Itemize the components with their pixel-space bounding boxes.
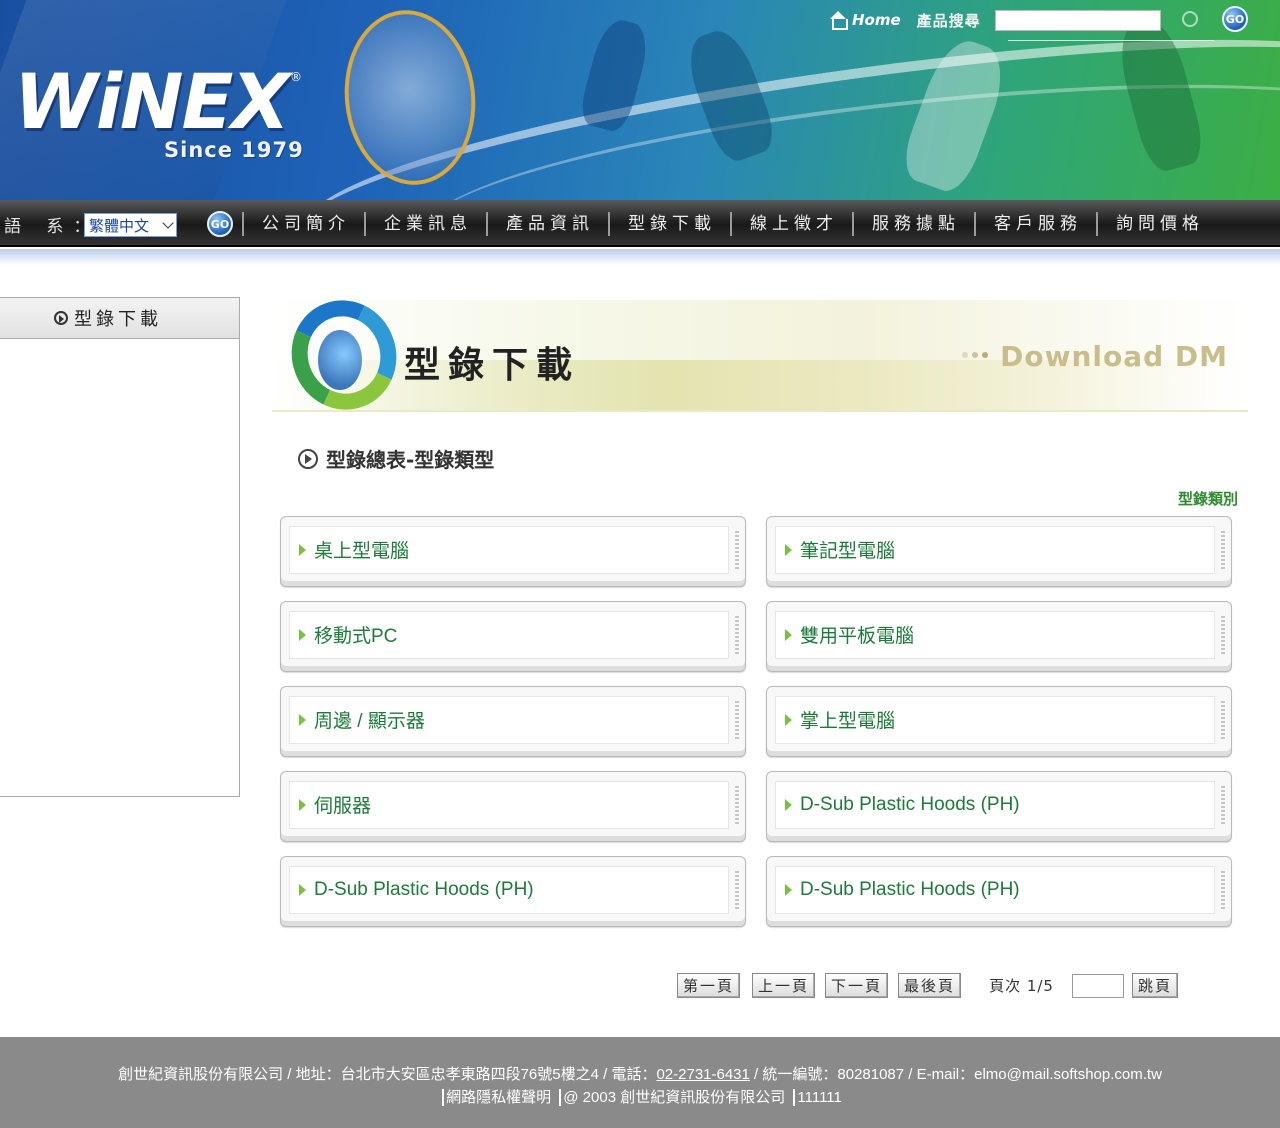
section-heading: 型錄總表-型錄類型 (298, 444, 494, 473)
page-title-english: Download DM (1000, 340, 1228, 373)
page-jump-input[interactable] (1071, 973, 1124, 998)
prev-page-button[interactable]: 上一頁 (752, 973, 816, 998)
category-label-text: 筆記型電腦 (800, 541, 896, 562)
footer-address: 創世紀資訊股份有限公司 / 地址：台北市大安區忠孝東路四段76號5樓之4 / 電… (118, 1066, 657, 1083)
logo-text: WiNEX (14, 57, 290, 146)
nav-items: 公司簡介 企業訊息 產品資訊 型錄下載 線上徵才 服務據點 客戶服務 詢問價格 (242, 200, 1218, 247)
first-page-button[interactable]: 第一頁 (677, 973, 741, 998)
sidebar: 型錄下載 (0, 297, 240, 797)
home-link[interactable]: Home (828, 11, 901, 30)
category-card[interactable]: 筆記型電腦 (766, 516, 1232, 587)
sidebar-header[interactable]: 型錄下載 (0, 298, 239, 339)
copyright-text: @ 2003 創世紀資訊股份有限公司 (559, 1089, 786, 1106)
footer-phone-link[interactable]: 02-2731-6431 (656, 1066, 749, 1083)
search-input[interactable] (994, 9, 1161, 31)
search-go-button[interactable]: GO (1222, 6, 1248, 32)
language-selected: 繁體中文 (89, 217, 150, 235)
category-label-text: 伺服器 (314, 796, 372, 817)
footer-contact-rest: / 統一編號：80281087 / E-mail：elmo@mail.softs… (749, 1066, 1162, 1083)
arrow-right-icon (785, 628, 792, 641)
search-label: 產品搜尋 (916, 11, 981, 30)
ring-center (318, 330, 362, 390)
nav-item-careers[interactable]: 線上徵才 (730, 211, 852, 236)
nav-item-price[interactable]: 詢問價格 (1096, 211, 1218, 236)
category-label-text: 周邊 / 顯示器 (314, 711, 425, 732)
category-label-text: 桌上型電腦 (314, 541, 410, 562)
category-label-text: 雙用平板電腦 (800, 626, 915, 647)
top-nav: Home 產品搜尋 (828, 6, 1161, 34)
language-go-button[interactable]: GO (207, 211, 233, 237)
category-card[interactable]: D-Sub Plastic Hoods (PH) (280, 856, 746, 927)
jump-page-button[interactable]: 跳頁 (1131, 973, 1178, 998)
category-card[interactable]: 雙用平板電腦 (766, 601, 1232, 672)
category-label-text: 移動式PC (314, 626, 398, 647)
play-circle-icon (54, 311, 68, 325)
arrow-right-icon (299, 798, 306, 811)
arrow-right-icon (299, 883, 306, 896)
category-label-text: D-Sub Plastic Hoods (PH) (800, 793, 1020, 815)
category-label-text: D-Sub Plastic Hoods (PH) (314, 878, 534, 900)
pagination: 第一頁 上一頁 下一頁 最後頁 頁次 1/5 跳頁 (677, 973, 1178, 998)
privacy-link[interactable]: 網路隱私權聲明 (442, 1089, 552, 1106)
page-title-banner: 型錄下載 Download DM (272, 300, 1248, 412)
visitor-counter: 111111 (793, 1089, 842, 1106)
home-label: Home (852, 11, 901, 29)
nav-item-products[interactable]: 產品資訊 (486, 211, 608, 236)
sidebar-title: 型錄下載 (74, 309, 162, 330)
nav-item-news[interactable]: 企業訊息 (364, 211, 486, 236)
nav-item-service[interactable]: 客戶服務 (974, 211, 1096, 236)
page-indicator: 頁次 1/5 (989, 977, 1054, 995)
language-select[interactable]: 繁體中文 (84, 213, 177, 237)
nav-shadow-strip (0, 249, 1280, 265)
category-card[interactable]: D-Sub Plastic Hoods (PH) (766, 771, 1232, 842)
next-page-button[interactable]: 下一頁 (825, 973, 889, 998)
category-card[interactable]: D-Sub Plastic Hoods (PH) (766, 856, 1232, 927)
arrow-right-icon (299, 628, 306, 641)
category-card[interactable]: 伺服器 (280, 771, 746, 842)
footer-legal: 網路隱私權聲明 @ 2003 創世紀資訊股份有限公司 111111 (0, 1086, 1280, 1107)
arrow-right-icon (785, 713, 792, 726)
dots-icon (962, 352, 988, 358)
home-icon (828, 11, 848, 30)
footer-contact: 創世紀資訊股份有限公司 / 地址：台北市大安區忠孝東路四段76號5樓之4 / 電… (0, 1063, 1280, 1084)
winex-logo[interactable]: WiNEX ® Since 1979 (14, 62, 304, 172)
category-label-text: 掌上型電腦 (800, 711, 896, 732)
logo-since: Since 1979 (164, 138, 304, 162)
search-underline (1008, 40, 1214, 41)
arrow-right-icon (785, 883, 792, 896)
category-card[interactable]: 掌上型電腦 (766, 686, 1232, 757)
category-label: 型錄類別 (1177, 490, 1238, 508)
category-card[interactable]: 移動式PC (280, 601, 746, 672)
category-label-text: D-Sub Plastic Hoods (PH) (800, 878, 1020, 900)
arrow-right-icon (299, 543, 306, 556)
logo-registered: ® (290, 70, 302, 84)
category-card[interactable]: 周邊 / 顯示器 (280, 686, 746, 757)
page-title: 型錄下載 (404, 345, 581, 386)
nav-item-locations[interactable]: 服務據點 (852, 211, 974, 236)
play-circle-icon (298, 448, 318, 469)
search-icon (1182, 11, 1198, 27)
arrow-right-icon (785, 798, 792, 811)
footer: 創世紀資訊股份有限公司 / 地址：台北市大安區忠孝東路四段76號5樓之4 / 電… (0, 1037, 1280, 1128)
nav-item-download[interactable]: 型錄下載 (608, 211, 730, 236)
nav-item-about[interactable]: 公司簡介 (242, 211, 364, 236)
arrow-right-icon (299, 713, 306, 726)
chevron-down-icon (162, 217, 174, 229)
category-grid: 桌上型電腦 筆記型電腦 移動式PC 雙用平板電腦 周邊 / 顯示器 掌上型電腦 … (280, 516, 1232, 927)
section-title: 型錄總表-型錄類型 (326, 448, 495, 472)
last-page-button[interactable]: 最後頁 (898, 973, 962, 998)
category-card[interactable]: 桌上型電腦 (280, 516, 746, 587)
arrow-right-icon (785, 543, 792, 556)
